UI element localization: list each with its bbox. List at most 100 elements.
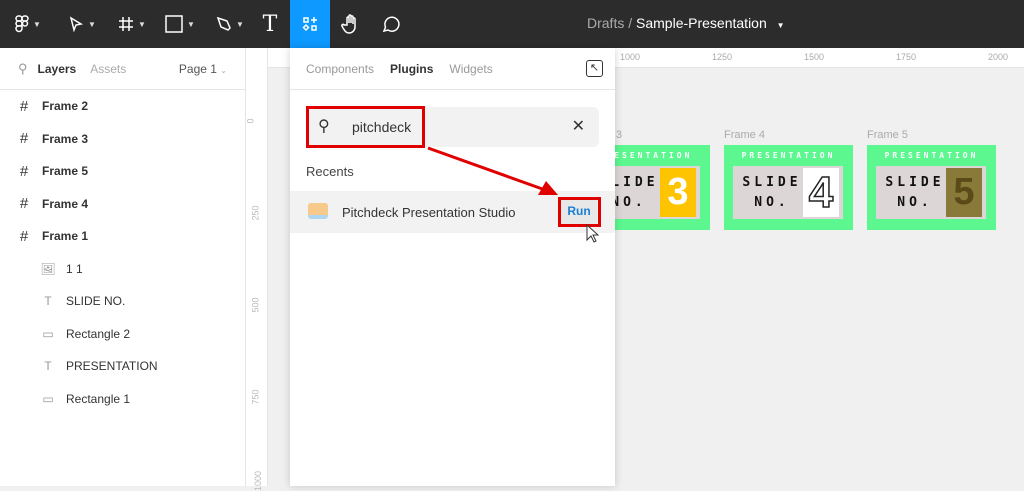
frame-icon xyxy=(118,16,134,32)
page-label: Page 1 xyxy=(179,62,217,76)
tab-assets[interactable]: Assets xyxy=(90,62,126,76)
frame-title: PRESENTATION xyxy=(724,151,853,160)
resources-icon xyxy=(302,16,318,32)
layer-item[interactable]: # Frame 1 xyxy=(0,220,88,252)
rectangle-icon: ▭ xyxy=(38,327,58,341)
layer-item[interactable]: # Frame 4 xyxy=(0,188,88,220)
frame-icon: # xyxy=(14,130,34,147)
page-selector[interactable]: Page 1 ⌄ xyxy=(179,62,227,76)
frame-label[interactable]: Frame 5 xyxy=(867,129,908,141)
image-icon: 🖼 xyxy=(38,262,58,276)
chevron-down-icon: ▼ xyxy=(138,20,146,29)
layer-item[interactable]: T PRESENTATION xyxy=(0,350,158,382)
text-icon: T xyxy=(263,12,278,37)
layer-label: Frame 2 xyxy=(42,99,88,113)
move-tool[interactable]: ▼ xyxy=(62,0,102,48)
ruler-label: 1250 xyxy=(712,52,732,62)
layer-label: Frame 1 xyxy=(42,229,88,243)
pen-icon xyxy=(216,16,232,32)
ruler-label: 250 xyxy=(251,205,261,220)
shape-tool[interactable]: ▼ xyxy=(160,0,200,48)
highlight-box xyxy=(306,106,425,148)
comment-icon xyxy=(381,14,401,34)
layer-item[interactable]: 🖼 1 1 xyxy=(0,253,83,285)
ruler-label: 1750 xyxy=(896,52,916,62)
comment-tool[interactable] xyxy=(376,0,406,48)
layer-label: 1 1 xyxy=(66,262,83,276)
resources-popup: Components Plugins Widgets ↖ ⚲ pitchdeck… xyxy=(290,48,615,486)
layers-panel: ⚲ Layers Assets Page 1 ⌄ # Frame 2 # Frame … xyxy=(0,48,246,486)
rectangle-icon: ▭ xyxy=(38,392,58,406)
slide-number-image: 3 xyxy=(660,168,696,217)
pen-tool[interactable]: ▼ xyxy=(210,0,250,48)
vertical-ruler: 0 250 500 750 1000 xyxy=(246,48,268,486)
rectangle-icon xyxy=(165,15,183,33)
frame-icon: # xyxy=(14,98,34,115)
frame-title: PRESENTATION xyxy=(867,151,996,160)
chevron-down-icon: ▼ xyxy=(33,20,41,29)
text-icon: T xyxy=(38,359,58,373)
layer-item[interactable]: T SLIDE NO. xyxy=(0,285,125,317)
annotation-arrow-icon xyxy=(420,143,570,203)
slide-box: SLIDENO. 5 xyxy=(876,166,986,219)
no-text: NO. xyxy=(741,193,803,213)
search-icon[interactable]: ⚲ xyxy=(18,61,28,77)
layer-item[interactable]: # Frame 5 xyxy=(0,155,88,187)
file-title[interactable]: Drafts / Sample-Presentation ▼ xyxy=(587,15,785,31)
frame-icon: # xyxy=(14,228,34,245)
breadcrumb-drafts[interactable]: Drafts xyxy=(587,15,624,31)
plugin-icon xyxy=(308,203,328,219)
text-icon: T xyxy=(38,294,58,308)
layer-label: PRESENTATION xyxy=(66,359,158,373)
slide-text: SLIDE xyxy=(741,173,803,193)
frame-tool[interactable]: ▼ xyxy=(112,0,152,48)
frame-icon: # xyxy=(14,195,34,212)
slide-number-image: 4 xyxy=(803,168,839,217)
tab-components[interactable]: Components xyxy=(306,62,374,76)
frame-label[interactable]: Frame 4 xyxy=(724,129,765,141)
toolbar: ▼ ▼ ▼ ▼ ▼ T Drafts / Sample-Presentation… xyxy=(0,0,1024,48)
layer-label: Frame 4 xyxy=(42,197,88,211)
frame-icon: # xyxy=(14,163,34,180)
tab-plugins[interactable]: Plugins xyxy=(390,62,433,76)
chevron-down-icon: ▼ xyxy=(236,20,244,29)
chevron-down-icon[interactable]: ▼ xyxy=(777,21,785,30)
figma-logo-icon xyxy=(15,15,29,33)
breadcrumb-separator: / xyxy=(628,15,632,31)
tab-widgets[interactable]: Widgets xyxy=(449,62,492,76)
ruler-label: 2000 xyxy=(988,52,1008,62)
resources-tool[interactable] xyxy=(290,0,330,48)
clear-search-icon[interactable]: ✕ xyxy=(572,116,585,136)
hand-tool[interactable] xyxy=(336,0,366,48)
ruler-label: 500 xyxy=(251,297,261,312)
layer-item[interactable]: ▭ Rectangle 1 xyxy=(0,383,130,415)
layer-label: Frame 5 xyxy=(42,164,88,178)
layer-item[interactable]: # Frame 2 xyxy=(0,90,88,122)
slide-frame[interactable]: PRESENTATION SLIDENO. 4 xyxy=(724,145,853,230)
chevron-down-icon: ⌄ xyxy=(220,66,227,75)
layer-label: Frame 3 xyxy=(42,132,88,146)
collapse-icon[interactable]: ↖ xyxy=(586,60,603,77)
slide-box: SLIDENO. 4 xyxy=(733,166,843,219)
text-tool[interactable]: T xyxy=(256,0,284,48)
hand-icon xyxy=(341,14,361,34)
slide-text: SLIDE xyxy=(884,173,946,193)
layer-label: Rectangle 2 xyxy=(66,327,130,341)
slide-frame[interactable]: PRESENTATION SLIDENO. 5 xyxy=(867,145,996,230)
mouse-cursor-icon xyxy=(586,224,600,244)
tab-layers[interactable]: Layers xyxy=(38,62,77,76)
layer-item[interactable]: ▭ Rectangle 2 xyxy=(0,318,130,350)
file-name[interactable]: Sample-Presentation xyxy=(636,15,767,31)
chevron-down-icon: ▼ xyxy=(88,20,96,29)
chevron-down-icon: ▼ xyxy=(187,20,195,29)
no-text: NO. xyxy=(884,193,946,213)
ruler-label: 1000 xyxy=(620,52,640,62)
ruler-label: 1500 xyxy=(804,52,824,62)
figma-menu-button[interactable]: ▼ xyxy=(8,0,48,48)
ruler-label: 1000 xyxy=(253,471,263,491)
recents-heading: Recents xyxy=(306,164,354,179)
layer-label: Rectangle 1 xyxy=(66,392,130,406)
layer-item[interactable]: # Frame 3 xyxy=(0,123,88,155)
layer-label: SLIDE NO. xyxy=(66,294,125,308)
cursor-icon xyxy=(68,16,84,32)
